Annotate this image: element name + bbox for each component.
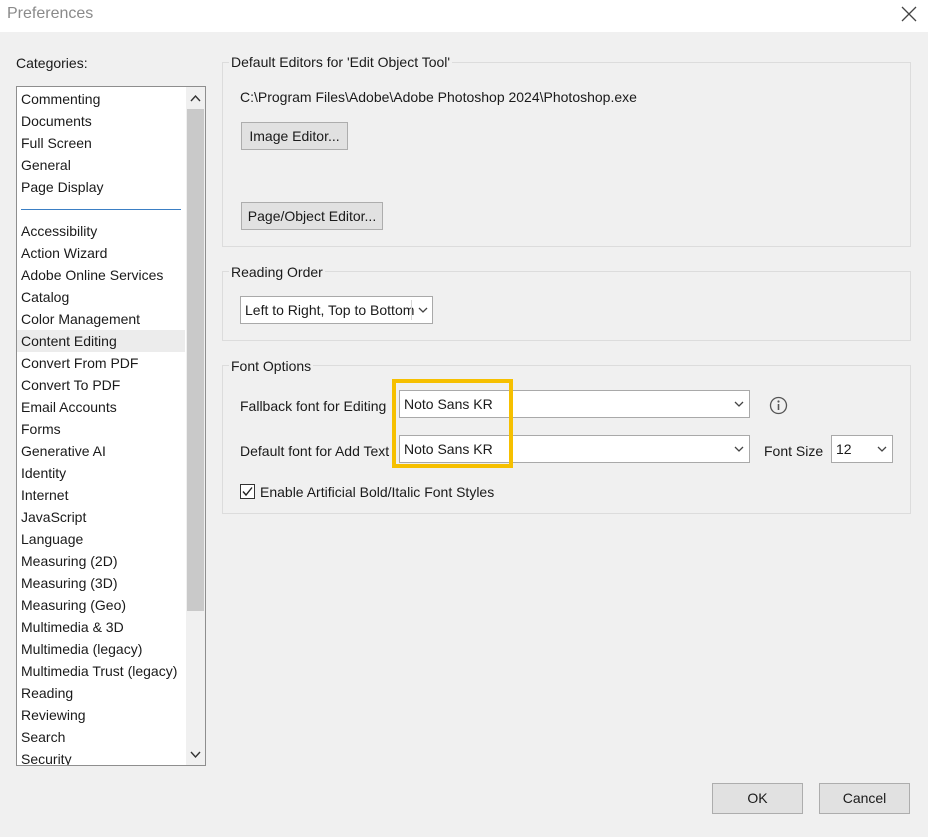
scroll-up-icon[interactable] [189, 92, 202, 105]
title-bar: Preferences [0, 0, 928, 32]
categories-label: Categories: [16, 55, 88, 71]
reading-order-select[interactable]: Left to Right, Top to Bottom [240, 296, 433, 324]
category-measuring-2d[interactable]: Measuring (2D) [17, 550, 185, 572]
category-multimedia-3d[interactable]: Multimedia & 3D [17, 616, 185, 638]
categories-scrollbar[interactable] [186, 87, 205, 765]
chevron-down-icon[interactable] [733, 399, 745, 409]
chevron-down-icon[interactable] [733, 444, 745, 454]
category-internet[interactable]: Internet [17, 484, 185, 506]
category-security[interactable]: Security [17, 748, 185, 765]
reading-order-title: Reading Order [229, 264, 325, 280]
category-commenting[interactable]: Commenting [17, 88, 185, 110]
category-convert-to-pdf[interactable]: Convert To PDF [17, 374, 185, 396]
category-content-editing[interactable]: Content Editing [17, 330, 185, 352]
default-editors-title: Default Editors for 'Edit Object Tool' [229, 54, 453, 70]
category-full-screen[interactable]: Full Screen [17, 132, 185, 154]
scrollbar-thumb[interactable] [187, 109, 204, 611]
window-title: Preferences [7, 5, 94, 22]
font-size-label: Font Size [764, 443, 824, 459]
page-object-editor-button[interactable]: Page/Object Editor... [241, 202, 383, 230]
default-font-select[interactable]: Noto Sans KR [399, 435, 750, 463]
category-catalog[interactable]: Catalog [17, 286, 185, 308]
reading-order-value: Left to Right, Top to Bottom [245, 302, 415, 318]
fallback-font-value: Noto Sans KR [404, 396, 493, 412]
reading-order-divider [411, 300, 412, 320]
default-font-value: Noto Sans KR [404, 441, 493, 457]
category-forms[interactable]: Forms [17, 418, 185, 440]
chevron-down-icon[interactable] [417, 305, 429, 315]
default-font-label: Default font for Add Text [240, 443, 390, 459]
category-measuring-3d[interactable]: Measuring (3D) [17, 572, 185, 594]
info-icon[interactable] [769, 396, 788, 415]
category-measuring-geo[interactable]: Measuring (Geo) [17, 594, 185, 616]
fallback-font-label: Fallback font for Editing [240, 398, 387, 414]
category-multimedia-legacy[interactable]: Multimedia (legacy) [17, 638, 185, 660]
bold-italic-label[interactable]: Enable Artificial Bold/Italic Font Style… [260, 484, 494, 500]
category-multimedia-trust-legacy[interactable]: Multimedia Trust (legacy) [17, 660, 185, 682]
category-language[interactable]: Language [17, 528, 185, 550]
category-adobe-online-services[interactable]: Adobe Online Services [17, 264, 185, 286]
category-search[interactable]: Search [17, 726, 185, 748]
category-javascript[interactable]: JavaScript [17, 506, 185, 528]
category-separator [21, 209, 181, 210]
image-editor-button[interactable]: Image Editor... [241, 122, 348, 150]
category-general[interactable]: General [17, 154, 185, 176]
image-editor-path: C:\Program Files\Adobe\Adobe Photoshop 2… [240, 89, 637, 105]
category-documents[interactable]: Documents [17, 110, 185, 132]
font-size-select[interactable]: 12 [831, 435, 893, 463]
close-icon[interactable] [899, 4, 919, 24]
category-generative-ai[interactable]: Generative AI [17, 440, 185, 462]
category-reviewing[interactable]: Reviewing [17, 704, 185, 726]
checkmark-icon [242, 487, 253, 497]
fallback-font-select[interactable]: Noto Sans KR [399, 390, 750, 418]
ok-button[interactable]: OK [712, 783, 803, 814]
cancel-button[interactable]: Cancel [819, 783, 910, 814]
category-reading[interactable]: Reading [17, 682, 185, 704]
categories-list[interactable]: Commenting Documents Full Screen General… [16, 86, 206, 766]
category-color-management[interactable]: Color Management [17, 308, 185, 330]
category-email-accounts[interactable]: Email Accounts [17, 396, 185, 418]
category-convert-from-pdf[interactable]: Convert From PDF [17, 352, 185, 374]
chevron-down-icon[interactable] [876, 444, 888, 454]
scroll-down-icon[interactable] [189, 748, 202, 761]
font-options-title: Font Options [229, 358, 314, 374]
category-identity[interactable]: Identity [17, 462, 185, 484]
font-size-value: 12 [836, 441, 852, 457]
category-accessibility[interactable]: Accessibility [17, 220, 185, 242]
category-action-wizard[interactable]: Action Wizard [17, 242, 185, 264]
category-page-display[interactable]: Page Display [17, 176, 185, 198]
bold-italic-checkbox[interactable] [240, 484, 255, 499]
